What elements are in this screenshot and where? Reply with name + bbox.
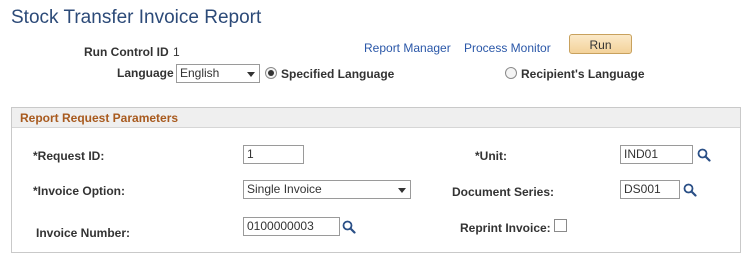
invoice-option-value: Single Invoice xyxy=(247,182,322,196)
reprint-invoice-checkbox[interactable] xyxy=(554,219,567,232)
specified-language-radio[interactable] xyxy=(265,67,277,79)
recipient-language-label: Recipient's Language xyxy=(521,67,645,81)
unit-lookup-magnifier-icon[interactable] xyxy=(697,148,711,162)
document-series-input[interactable]: DS001 xyxy=(620,180,680,199)
run-button[interactable]: Run xyxy=(569,34,632,54)
reprint-invoice-label: Reprint Invoice: xyxy=(460,221,551,235)
invoice-option-label: *Invoice Option: xyxy=(33,184,126,198)
unit-input[interactable]: IND01 xyxy=(620,145,693,164)
panel-title: Report Request Parameters xyxy=(20,111,179,125)
run-control-value: 1 xyxy=(173,45,180,59)
invoice-number-input[interactable]: 0100000003 xyxy=(243,217,340,236)
language-select-value: English xyxy=(180,66,220,80)
invoice-number-label: Invoice Number: xyxy=(36,226,131,240)
process-monitor-link[interactable]: Process Monitor xyxy=(464,41,551,55)
language-select[interactable]: English xyxy=(176,64,260,83)
report-manager-link[interactable]: Report Manager xyxy=(364,41,451,55)
run-control-label: Run Control ID xyxy=(84,45,169,59)
page-title: Stock Transfer Invoice Report xyxy=(11,7,262,28)
unit-label: *Unit: xyxy=(475,149,507,163)
language-label: Language xyxy=(117,66,174,80)
invoice-number-lookup-magnifier-icon[interactable] xyxy=(342,220,356,234)
request-id-label: *Request ID: xyxy=(33,149,105,163)
chevron-down-icon xyxy=(247,72,255,77)
invoice-option-select[interactable]: Single Invoice xyxy=(243,180,411,199)
chevron-down-icon xyxy=(398,188,406,193)
document-series-lookup-magnifier-icon[interactable] xyxy=(683,183,697,197)
recipient-language-radio[interactable] xyxy=(505,67,517,79)
request-id-input[interactable]: 1 xyxy=(243,145,304,164)
document-series-label: Document Series: xyxy=(452,185,555,199)
specified-language-label: Specified Language xyxy=(281,67,395,81)
